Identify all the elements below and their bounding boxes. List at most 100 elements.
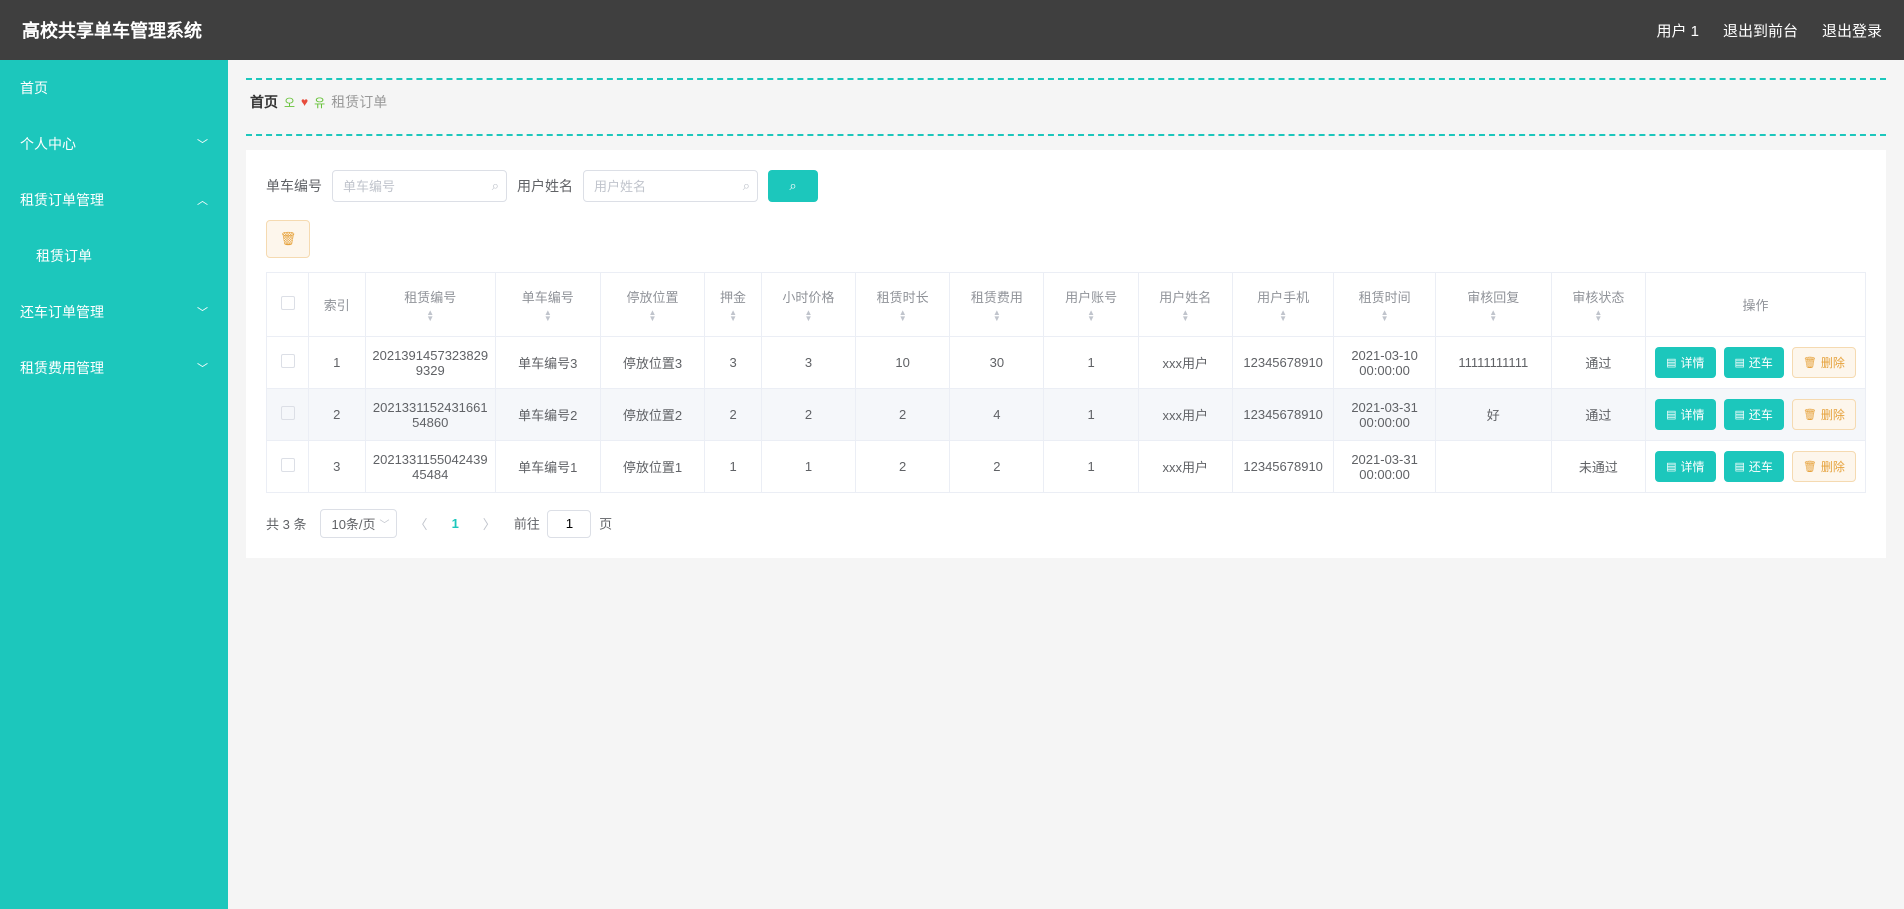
page-size-select[interactable]: 10条/页 ﹀ xyxy=(320,509,396,538)
row-checkbox[interactable] xyxy=(281,406,295,420)
table-row: 22021331152431661548​60单车编号2停放位置222241xx… xyxy=(267,389,1866,441)
sort-icon[interactable]: ▲▼ xyxy=(993,310,1001,322)
select-all-checkbox[interactable] xyxy=(281,296,295,310)
col-rent-no: 租赁编号▲▼ xyxy=(365,273,495,337)
sort-icon[interactable]: ▲▼ xyxy=(729,310,737,322)
cell-reply: 11111111111 xyxy=(1435,337,1551,389)
cell-bike-no: 单车编号1 xyxy=(495,441,600,493)
cell-rent-no: 2021391457323829932​9 xyxy=(365,337,495,389)
sidebar-item-label: 租赁费用管理 xyxy=(20,358,104,378)
sidebar-item-rent-orders[interactable]: 租赁订单 xyxy=(0,228,228,284)
cell-fee: 4 xyxy=(950,389,1044,441)
detail-button[interactable]: ▤ 详情 xyxy=(1655,399,1715,430)
content-card: 单车编号 ⌕ 用户姓名 ⌕ ⌕ 🗑 xyxy=(246,150,1886,558)
cell-username: xxx用户 xyxy=(1138,441,1232,493)
col-reply: 审核回复▲▼ xyxy=(1435,273,1551,337)
cell-price: 2 xyxy=(761,389,855,441)
sort-icon[interactable]: ▲▼ xyxy=(1279,310,1287,322)
chevron-down-icon: ﹀ xyxy=(197,304,208,320)
table-header-row: 索引 租赁编号▲▼ 单车编号▲▼ 停放位置▲▼ 押金▲▼ 小时价格▲▼ 租赁时长… xyxy=(267,273,1866,337)
trash-icon: 🗑 xyxy=(1803,408,1817,421)
sidebar-item-label: 首页 xyxy=(20,78,48,98)
cell-deposit: 3 xyxy=(705,337,762,389)
row-checkbox[interactable] xyxy=(281,354,295,368)
trash-icon: 🗑 xyxy=(1803,460,1817,473)
cell-bike-no: 单车编号2 xyxy=(495,389,600,441)
cell-duration: 2 xyxy=(856,441,950,493)
sidebar-item-rent-mgmt[interactable]: 租赁订单管理 ︿ xyxy=(0,172,228,228)
breadcrumb-sep-right: 유 xyxy=(314,94,325,111)
cell-phone: 12345678910 xyxy=(1232,389,1333,441)
sidebar-item-label: 租赁订单 xyxy=(36,246,92,266)
next-page-button[interactable]: 〉 xyxy=(479,514,500,533)
sort-icon[interactable]: ▲▼ xyxy=(1087,310,1095,322)
sort-icon[interactable]: ▲▼ xyxy=(1489,310,1497,322)
delete-button[interactable]: 🗑 删除 xyxy=(1792,451,1856,482)
to-front-link[interactable]: 退出到前台 xyxy=(1723,20,1798,41)
return-button[interactable]: ▤ 还车 xyxy=(1724,399,1784,430)
cell-price: 3 xyxy=(761,337,855,389)
search-icon: ⌕ xyxy=(789,178,796,194)
page-number[interactable]: 1 xyxy=(446,516,465,531)
cell-time: 2021-03-31 00:00:00 xyxy=(1334,389,1435,441)
app-title: 高校共享单车管理系统 xyxy=(22,17,202,43)
pagination-total: 共 3 条 xyxy=(266,514,306,533)
sort-icon[interactable]: ▲▼ xyxy=(544,310,552,322)
cell-status: 通过 xyxy=(1551,337,1645,389)
prev-page-button[interactable]: 〈 xyxy=(411,514,432,533)
sort-icon[interactable]: ▲▼ xyxy=(1181,310,1189,322)
col-status: 审核状态▲▼ xyxy=(1551,273,1645,337)
heart-icon: ♥ xyxy=(301,95,308,109)
cell-index: 2 xyxy=(309,389,366,441)
sort-icon[interactable]: ▲▼ xyxy=(1381,310,1389,322)
bulk-delete-button[interactable]: 🗑 xyxy=(266,220,310,258)
sidebar-item-fee-mgmt[interactable]: 租赁费用管理 ﹀ xyxy=(0,340,228,396)
doc-icon: ▤ xyxy=(1666,408,1676,421)
user-name-label: 用户姓名 xyxy=(517,176,573,196)
cell-location: 停放位置1 xyxy=(600,441,705,493)
bike-no-label: 单车编号 xyxy=(266,176,322,196)
sort-icon[interactable]: ▲▼ xyxy=(649,310,657,322)
sidebar-item-home[interactable]: 首页 xyxy=(0,60,228,116)
return-button[interactable]: ▤ 还车 xyxy=(1724,451,1784,482)
search-suffix-icon: ⌕ xyxy=(492,178,499,194)
page-jump-input[interactable] xyxy=(547,510,591,538)
breadcrumb-home[interactable]: 首页 xyxy=(250,92,278,112)
sidebar-item-label: 还车订单管理 xyxy=(20,302,104,322)
chevron-down-icon: ﹀ xyxy=(197,360,208,376)
row-checkbox[interactable] xyxy=(281,458,295,472)
bike-no-input[interactable] xyxy=(332,170,507,202)
data-table: 索引 租赁编号▲▼ 单车编号▲▼ 停放位置▲▼ 押金▲▼ 小时价格▲▼ 租赁时长… xyxy=(266,272,1866,493)
cell-location: 停放位置3 xyxy=(600,337,705,389)
cell-location: 停放位置2 xyxy=(600,389,705,441)
delete-button[interactable]: 🗑 删除 xyxy=(1792,347,1856,378)
sort-icon[interactable]: ▲▼ xyxy=(804,310,812,322)
sidebar-item-personal[interactable]: 个人中心 ﹀ xyxy=(0,116,228,172)
chevron-up-icon: ︿ xyxy=(197,192,208,208)
doc-icon: ▤ xyxy=(1666,460,1676,473)
cell-index: 1 xyxy=(309,337,366,389)
cell-index: 3 xyxy=(309,441,366,493)
breadcrumb-wrap: 首页 오 ♥ 유 租赁订单 xyxy=(246,78,1886,136)
breadcrumb-current: 租赁订单 xyxy=(331,92,387,112)
logout-link[interactable]: 退出登录 xyxy=(1822,20,1882,41)
col-deposit: 押金▲▼ xyxy=(705,273,762,337)
header-user[interactable]: 用户 1 xyxy=(1656,20,1699,41)
col-actions: 操作 xyxy=(1646,273,1866,337)
cell-reply xyxy=(1435,441,1551,493)
cell-rent-no: 2021331155042439454​84 xyxy=(365,441,495,493)
sort-icon[interactable]: ▲▼ xyxy=(1594,310,1602,322)
sidebar-item-return-mgmt[interactable]: 还车订单管理 ﹀ xyxy=(0,284,228,340)
sort-icon[interactable]: ▲▼ xyxy=(899,310,907,322)
detail-button[interactable]: ▤ 详情 xyxy=(1655,347,1715,378)
chevron-down-icon: ﹀ xyxy=(197,136,208,152)
delete-button[interactable]: 🗑 删除 xyxy=(1792,399,1856,430)
breadcrumb-sep-left: 오 xyxy=(284,94,295,111)
search-button[interactable]: ⌕ xyxy=(768,170,818,202)
pagination: 共 3 条 10条/页 ﹀ 〈 1 〉 前往 页 xyxy=(266,509,1866,538)
search-bar: 单车编号 ⌕ 用户姓名 ⌕ ⌕ xyxy=(266,170,1866,202)
return-button[interactable]: ▤ 还车 xyxy=(1724,347,1784,378)
user-name-input[interactable] xyxy=(583,170,758,202)
sort-icon[interactable]: ▲▼ xyxy=(426,310,434,322)
detail-button[interactable]: ▤ 详情 xyxy=(1655,451,1715,482)
